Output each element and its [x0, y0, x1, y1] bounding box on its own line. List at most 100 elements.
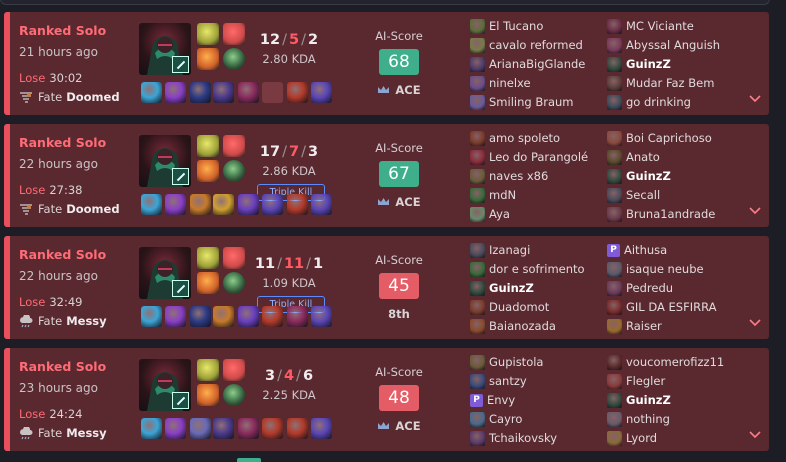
- team-player[interactable]: voucomerofizz11: [607, 353, 724, 371]
- match-card[interactable]: Ranked Solo 22 hours ago Lose 32:49 Fate Mess…: [4, 236, 769, 339]
- player-name[interactable]: GuinzZ: [626, 57, 671, 71]
- orange-rune-icon[interactable]: [197, 384, 219, 406]
- item-slot-icon[interactable]: [213, 82, 234, 103]
- akali-champion-icon[interactable]: [139, 23, 191, 75]
- team-player[interactable]: Izanagi: [470, 241, 530, 259]
- item-slot-icon[interactable]: [165, 418, 186, 439]
- team-player[interactable]: Smiling Braum: [470, 93, 574, 111]
- item-slot-icon[interactable]: [262, 418, 283, 439]
- chevron-down-icon[interactable]: [749, 204, 761, 218]
- orange-rune-icon[interactable]: [197, 160, 219, 182]
- item-slot-icon[interactable]: [190, 194, 211, 215]
- team-player[interactable]: Duadomot: [470, 298, 549, 316]
- team-player[interactable]: Mudar Faz Bem: [607, 74, 714, 92]
- team-player[interactable]: Anato: [607, 148, 660, 166]
- player-name[interactable]: Leo do Parangolé: [489, 150, 588, 164]
- item-slot-icon[interactable]: [213, 418, 234, 439]
- yellow-spell-icon[interactable]: [197, 135, 219, 157]
- orange-rune-icon[interactable]: [197, 272, 219, 294]
- match-card[interactable]: Ranked Solo 22 hours ago Lose 27:38 Fate Doom…: [4, 124, 769, 227]
- player-name[interactable]: Lyord: [626, 431, 657, 445]
- team-player[interactable]: Cayro: [470, 410, 522, 428]
- player-name[interactable]: voucomerofizz11: [626, 355, 724, 369]
- team-player[interactable]: Secall: [607, 186, 660, 204]
- chevron-down-icon[interactable]: [749, 92, 761, 106]
- team-player[interactable]: P Envy: [470, 391, 515, 409]
- player-name[interactable]: nothing: [626, 412, 670, 426]
- team-player[interactable]: GIL DA ESFIRRA: [607, 298, 717, 316]
- player-name[interactable]: GIL DA ESFIRRA: [626, 300, 717, 314]
- team-player[interactable]: MC Viciante: [607, 17, 694, 35]
- player-name[interactable]: Duadomot: [489, 300, 549, 314]
- current-player[interactable]: GuinzZ: [607, 391, 671, 409]
- yellow-spell-icon[interactable]: [197, 23, 219, 45]
- player-name[interactable]: Aya: [489, 207, 510, 221]
- player-name[interactable]: santzy: [489, 374, 527, 388]
- item-slot-icon[interactable]: [238, 82, 259, 103]
- player-name[interactable]: GuinzZ: [489, 281, 534, 295]
- player-name[interactable]: Pedredu: [626, 281, 673, 295]
- player-name[interactable]: Envy: [487, 393, 515, 407]
- item-slot-icon[interactable]: [213, 194, 234, 215]
- akali-champion-icon[interactable]: [139, 135, 191, 187]
- item-slot-icon[interactable]: [311, 418, 332, 439]
- team-player[interactable]: Lyord: [607, 429, 657, 447]
- item-slot-icon[interactable]: [165, 82, 186, 103]
- player-name[interactable]: El Tucano: [489, 19, 543, 33]
- team-player[interactable]: naves x86: [470, 167, 548, 185]
- empty-item-slot[interactable]: [262, 82, 283, 103]
- player-name[interactable]: Izanagi: [489, 243, 530, 257]
- player-name[interactable]: dor e sofrimento: [489, 262, 585, 276]
- item-slot-icon[interactable]: [311, 194, 332, 215]
- akali-champion-icon[interactable]: [139, 359, 191, 411]
- item-slot-icon[interactable]: [141, 82, 162, 103]
- green-rune-icon[interactable]: [223, 48, 245, 70]
- green-rune-icon[interactable]: [223, 160, 245, 182]
- chevron-down-icon[interactable]: [749, 428, 761, 442]
- player-name[interactable]: amo spoleto: [489, 131, 560, 145]
- team-player[interactable]: Leo do Parangolé: [470, 148, 588, 166]
- team-player[interactable]: Abyssal Anguish: [607, 36, 720, 54]
- yellow-spell-icon[interactable]: [197, 247, 219, 269]
- item-slot-icon[interactable]: [287, 194, 308, 215]
- player-name[interactable]: MC Viciante: [626, 19, 694, 33]
- match-card[interactable]: Ranked Solo 23 hours ago Lose 24:24 Fate Mess…: [4, 348, 769, 451]
- player-name[interactable]: mdN: [489, 188, 516, 202]
- item-slot-icon[interactable]: [287, 82, 308, 103]
- team-player[interactable]: Boi Caprichoso: [607, 129, 712, 147]
- item-slot-icon[interactable]: [287, 418, 308, 439]
- current-player[interactable]: GuinzZ: [607, 55, 671, 73]
- player-name[interactable]: Abyssal Anguish: [626, 38, 720, 52]
- item-slot-icon[interactable]: [311, 82, 332, 103]
- player-name[interactable]: Tchaikovsky: [489, 431, 557, 445]
- team-player[interactable]: isaque neube: [607, 260, 704, 278]
- item-slot-icon[interactable]: [190, 418, 211, 439]
- akali-champion-icon[interactable]: [139, 247, 191, 299]
- item-slot-icon[interactable]: [238, 194, 259, 215]
- team-player[interactable]: P Aithusa: [607, 241, 667, 259]
- player-name[interactable]: GuinzZ: [626, 169, 671, 183]
- item-slot-icon[interactable]: [213, 306, 234, 327]
- orange-rune-icon[interactable]: [197, 48, 219, 70]
- team-player[interactable]: dor e sofrimento: [470, 260, 585, 278]
- player-name[interactable]: ArianaBigGlande: [489, 57, 585, 71]
- item-slot-icon[interactable]: [165, 194, 186, 215]
- team-player[interactable]: ninelxe: [470, 74, 531, 92]
- chevron-down-icon[interactable]: [749, 316, 761, 330]
- player-name[interactable]: Anato: [626, 150, 660, 164]
- player-name[interactable]: ninelxe: [489, 76, 531, 90]
- item-slot-icon[interactable]: [262, 194, 283, 215]
- team-player[interactable]: santzy: [470, 372, 527, 390]
- item-slot-icon[interactable]: [311, 306, 332, 327]
- yellow-spell-icon[interactable]: [197, 359, 219, 381]
- item-slot-icon[interactable]: [238, 418, 259, 439]
- team-player[interactable]: cavalo reformed: [470, 36, 583, 54]
- player-name[interactable]: GuinzZ: [626, 393, 671, 407]
- player-name[interactable]: isaque neube: [626, 262, 704, 276]
- team-player[interactable]: Pedredu: [607, 279, 673, 297]
- player-name[interactable]: Raiser: [626, 319, 662, 333]
- player-name[interactable]: Bruna1andrade: [626, 207, 715, 221]
- player-name[interactable]: Gupistola: [489, 355, 543, 369]
- current-player[interactable]: GuinzZ: [470, 279, 534, 297]
- player-name[interactable]: Cayro: [489, 412, 522, 426]
